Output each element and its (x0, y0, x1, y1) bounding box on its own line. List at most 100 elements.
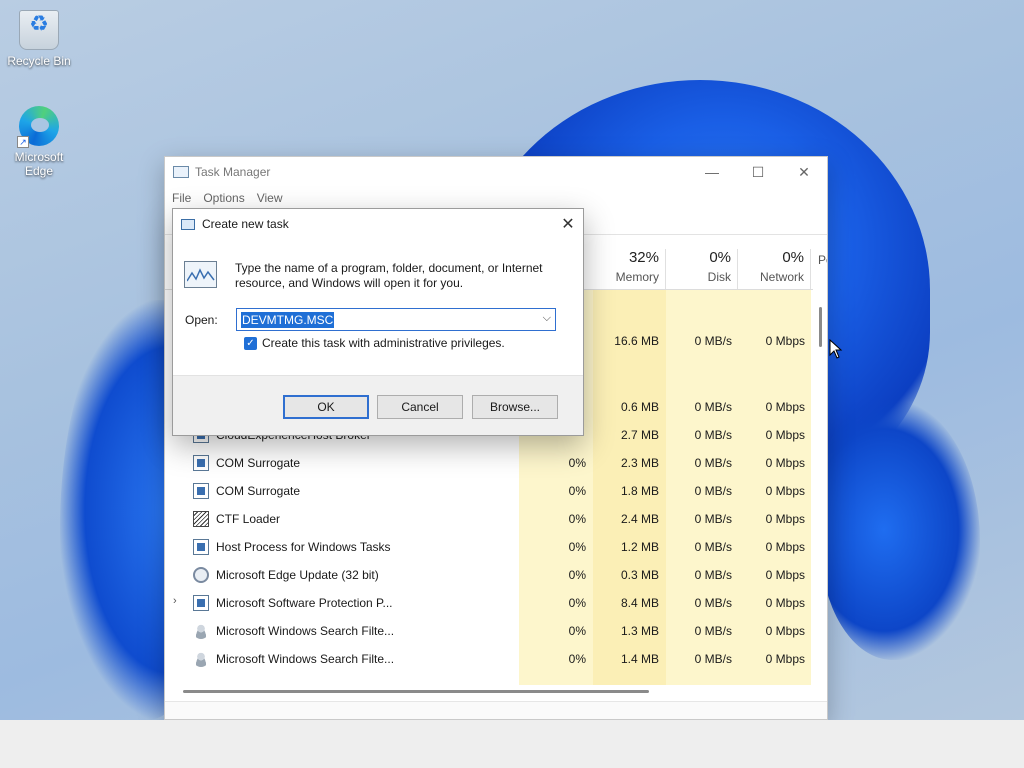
memory-percent: 32% (628, 249, 659, 266)
task-manager-icon (173, 166, 189, 178)
memory-cell: 2.4 MB (620, 512, 659, 526)
browse-button[interactable]: Browse... (472, 395, 558, 419)
dialog-message: Type the name of a program, folder, docu… (235, 261, 543, 290)
recycle-bin-icon (19, 10, 59, 50)
table-row[interactable]: Host Process for Windows Tasks 0% 1.2 MB… (165, 533, 813, 561)
power-label: Po (818, 253, 827, 267)
run-icon (181, 218, 195, 230)
service-icon (193, 539, 209, 555)
horizontal-scrollbar[interactable] (183, 690, 649, 693)
dialog-titlebar[interactable]: Create new task ✕ (173, 209, 583, 239)
disk-cell: 0 MB/s (694, 624, 732, 638)
memory-label: Memory (615, 270, 659, 284)
process-name: COM Surrogate (216, 456, 301, 470)
table-row[interactable]: COM Surrogate 0% 2.3 MB 0 MB/s 0 Mbps (165, 449, 813, 477)
network-cell: 0 Mbps (765, 334, 805, 348)
cpu-cell: 0% (568, 652, 586, 666)
table-row[interactable]: Microsoft Edge Update (32 bit) 0% 0.3 MB… (165, 561, 813, 589)
service-icon (193, 595, 209, 611)
memory-cell: 1.2 MB (620, 540, 659, 554)
disk-percent: 0% (709, 249, 731, 266)
open-input-value[interactable]: DEVMTMG.MSC (241, 312, 335, 328)
open-combobox[interactable]: DEVMTMG.MSC ⌵ (236, 308, 556, 331)
edge-icon: ↗ (17, 106, 59, 148)
table-row[interactable]: Microsoft Windows Search Filte... 0% 1.4… (165, 645, 813, 673)
admin-privileges-checkbox[interactable]: ✓ Create this task with administrative p… (244, 336, 505, 350)
cpu-cell: 0% (568, 540, 586, 554)
memory-cell: 0.6 MB (620, 400, 659, 414)
user-icon (193, 651, 209, 667)
memory-cell: 2.7 MB (620, 428, 659, 442)
desktop-icon-edge[interactable]: ↗ Microsoft Edge (3, 106, 75, 178)
column-header-disk[interactable]: 0% Disk (666, 249, 738, 289)
table-row[interactable]: › Microsoft Software Protection P... 0% … (165, 589, 813, 617)
dialog-title: Create new task (202, 217, 289, 231)
table-row[interactable]: CTF Loader 0% 2.4 MB 0 MB/s 0 Mbps (165, 505, 813, 533)
desktop-icon-recycle-bin[interactable]: Recycle Bin (3, 10, 75, 68)
process-name: Microsoft Windows Search Filte... (216, 652, 395, 666)
service-icon (193, 455, 209, 471)
disk-cell: 0 MB/s (694, 512, 732, 526)
column-header-power[interactable]: Po (811, 249, 827, 289)
network-cell: 0 Mbps (765, 484, 805, 498)
cpu-cell: 0% (568, 596, 586, 610)
process-name: CTF Loader (216, 512, 281, 526)
disk-cell: 0 MB/s (694, 484, 732, 498)
taskbar (0, 720, 1024, 768)
menu-view[interactable]: View (257, 191, 283, 205)
ok-button[interactable]: OK (283, 395, 369, 419)
desktop-icon-label: Microsoft Edge (14, 150, 64, 178)
menu-file[interactable]: File (172, 191, 191, 205)
table-row[interactable]: COM Surrogate 0% 1.8 MB 0 MB/s 0 Mbps (165, 477, 813, 505)
cpu-cell: 0% (568, 456, 586, 470)
network-cell: 0 Mbps (765, 624, 805, 638)
network-cell: 0 Mbps (765, 568, 805, 582)
column-header-memory[interactable]: 32% Memory (593, 249, 666, 289)
open-label: Open: (185, 313, 218, 327)
minimize-button[interactable]: — (689, 157, 735, 187)
wallpaper-bloom-right (820, 400, 980, 660)
checkmark-icon[interactable]: ✓ (244, 336, 257, 350)
column-header-network[interactable]: 0% Network (738, 249, 811, 289)
expand-chevron-icon[interactable]: › (173, 595, 177, 607)
desktop-icon-label: Recycle Bin (7, 54, 71, 68)
admin-checkbox-label: Create this task with administrative pri… (262, 336, 505, 350)
process-name: Host Process for Windows Tasks (216, 540, 391, 554)
network-percent: 0% (782, 249, 804, 266)
task-manager-graph-icon (184, 261, 217, 288)
create-new-task-dialog: Create new task ✕ Type the name of a pro… (172, 208, 584, 436)
task-manager-titlebar[interactable]: Task Manager — ☐ ✕ (165, 157, 827, 187)
process-name: COM Surrogate (216, 484, 301, 498)
close-icon: ✕ (798, 163, 810, 180)
ctf-loader-icon (193, 511, 209, 527)
disk-cell: 0 MB/s (694, 428, 732, 442)
cancel-button[interactable]: Cancel (377, 395, 463, 419)
network-cell: 0 Mbps (765, 428, 805, 442)
network-cell: 0 Mbps (765, 456, 805, 470)
maximize-button[interactable]: ☐ (735, 157, 781, 187)
disk-cell: 0 MB/s (694, 334, 732, 348)
edge-update-icon (193, 567, 209, 583)
memory-cell: 16.6 MB (614, 334, 659, 348)
cpu-cell: 0% (568, 484, 586, 498)
disk-cell: 0 MB/s (694, 568, 732, 582)
shortcut-arrow-icon: ↗ (17, 136, 29, 148)
network-cell: 0 Mbps (765, 540, 805, 554)
memory-cell: 8.4 MB (620, 596, 659, 610)
close-icon: ✕ (561, 216, 575, 233)
close-button[interactable]: ✕ (781, 157, 827, 187)
cpu-cell: 0% (568, 624, 586, 638)
window-title: Task Manager (195, 165, 271, 179)
network-cell: 0 Mbps (765, 512, 805, 526)
cpu-cell: 0% (568, 512, 586, 526)
dialog-close-button[interactable]: ✕ (553, 209, 583, 239)
disk-cell: 0 MB/s (694, 400, 732, 414)
disk-cell: 0 MB/s (694, 596, 732, 610)
memory-cell: 2.3 MB (620, 456, 659, 470)
disk-cell: 0 MB/s (694, 456, 732, 470)
vertical-scrollbar[interactable] (819, 307, 822, 347)
menu-options[interactable]: Options (203, 191, 244, 205)
table-row[interactable]: Microsoft Windows Search Filte... 0% 1.3… (165, 617, 813, 645)
network-label: Network (759, 270, 804, 284)
chevron-down-icon[interactable]: ⌵ (543, 312, 551, 325)
